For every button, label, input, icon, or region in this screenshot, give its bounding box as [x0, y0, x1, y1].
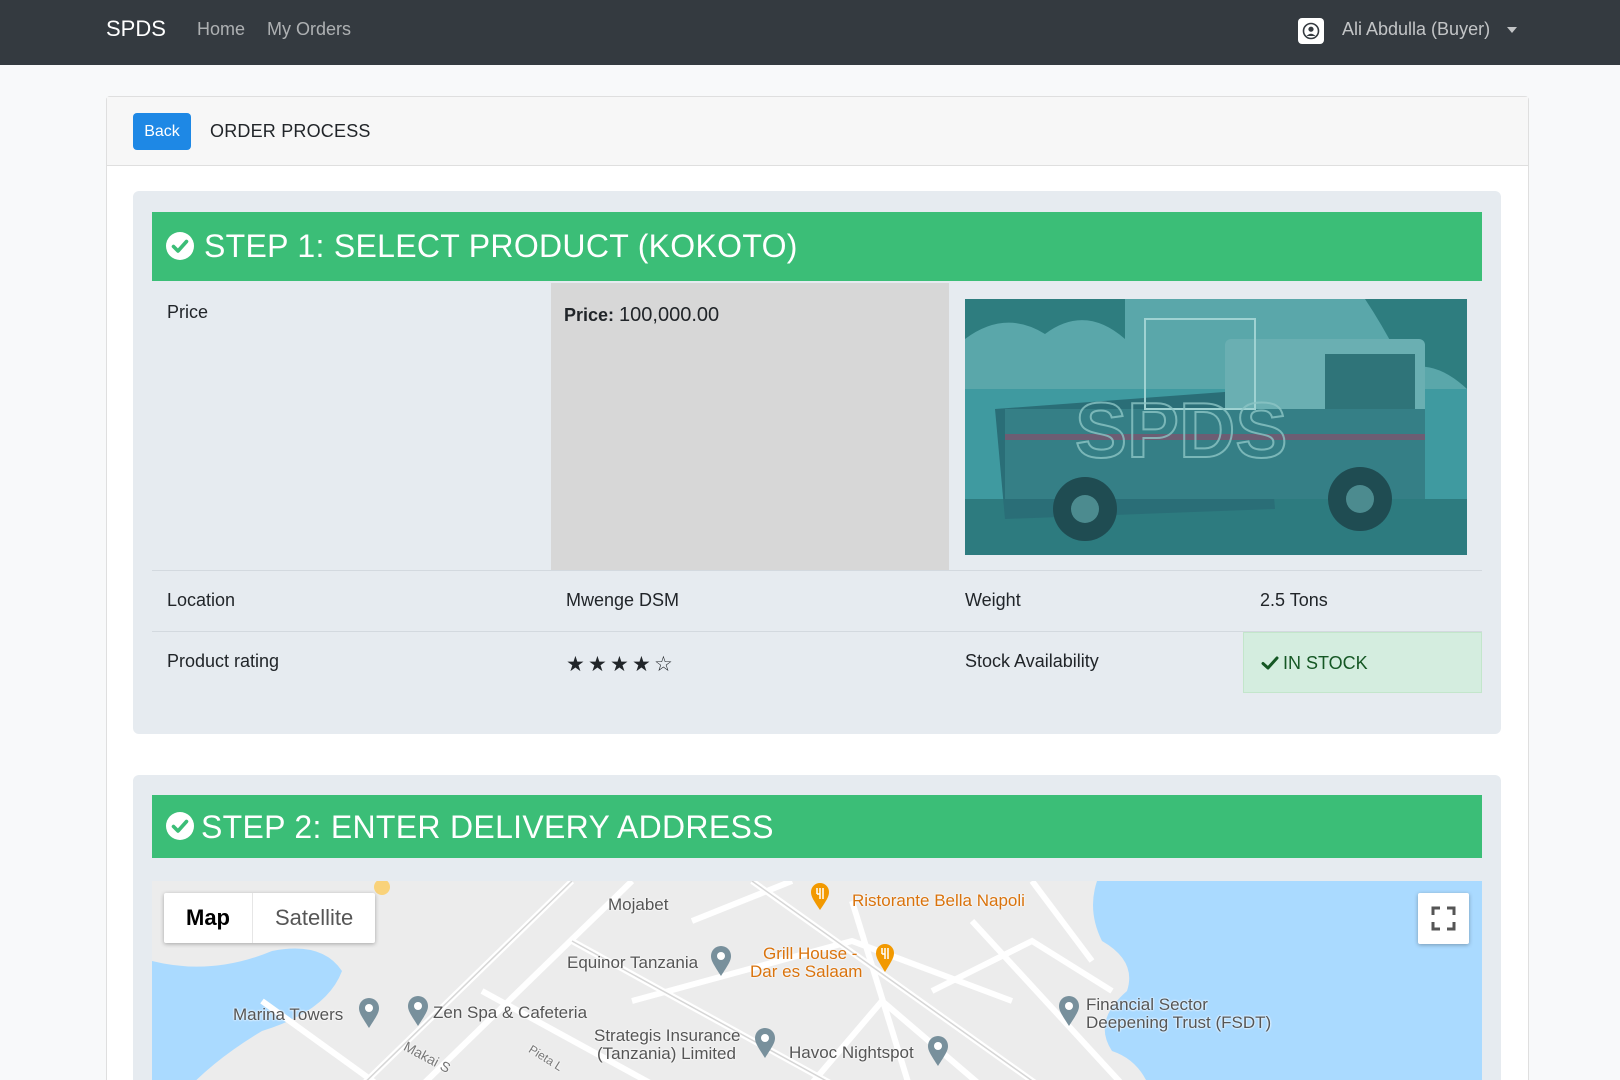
row-divider	[152, 570, 1482, 571]
price-value: 100,000.00	[619, 304, 720, 326]
star-filled-icon: ★	[632, 653, 653, 676]
back-button[interactable]: Back	[133, 113, 191, 150]
delivery-map[interactable]: Map Satellite Mojabet Ristorante Bella N…	[152, 881, 1482, 1080]
map-place-label: Marina Towers	[233, 1005, 344, 1024]
price-label: Price	[167, 302, 209, 322]
page-title: ORDER PROCESS	[210, 121, 371, 141]
stock-status-badge: IN STOCK	[1243, 632, 1482, 693]
location-value: Mwenge DSM	[566, 590, 680, 610]
product-rating-stars: ★★★★☆	[566, 652, 676, 677]
card-header: Back ORDER PROCESS	[107, 97, 1528, 166]
top-navbar: SPDS Home My Orders Ali Abdulla (Buyer)	[0, 0, 1620, 65]
map-place-label: Zen Spa & Cafeteria	[433, 1003, 588, 1022]
product-image: SPDS	[965, 299, 1467, 555]
location-pin-icon[interactable]	[754, 1027, 776, 1059]
star-filled-icon: ★	[566, 653, 587, 676]
check-icon	[1261, 656, 1279, 670]
map-place-label: Havoc Nightspot	[789, 1043, 914, 1062]
location-pin-icon[interactable]	[1058, 995, 1080, 1027]
restaurant-pin-icon[interactable]	[875, 943, 895, 973]
step2-panel: STEP 2: ENTER DELIVERY ADDRESS Map Satel…	[133, 775, 1501, 1080]
nav-home-link[interactable]: Home	[197, 19, 245, 40]
stock-status-text: IN STOCK	[1283, 653, 1368, 673]
image-watermark: SPDS	[1075, 386, 1287, 474]
price-prefix: Price:	[564, 305, 615, 325]
location-pin-icon[interactable]	[407, 995, 429, 1027]
brand-logo[interactable]: SPDS	[106, 16, 166, 42]
map-place-label: (Tanzania) Limited	[597, 1044, 736, 1063]
weight-label: Weight	[965, 590, 1021, 610]
step2-header: STEP 2: ENTER DELIVERY ADDRESS	[152, 795, 1482, 858]
restaurant-pin-icon[interactable]	[810, 883, 830, 911]
star-empty-icon: ☆	[654, 653, 675, 676]
map-place-label: Grill House -	[763, 944, 858, 963]
price-display: Price: 100,000.00	[564, 304, 719, 327]
star-filled-icon: ★	[588, 653, 609, 676]
nav-my-orders-link[interactable]: My Orders	[267, 19, 351, 40]
location-label: Location	[167, 590, 236, 610]
weight-value: 2.5 Tons	[1260, 590, 1328, 610]
satellite-view-button[interactable]: Satellite	[252, 893, 375, 943]
map-place-label: Mojabet	[608, 895, 669, 914]
chevron-down-icon[interactable]	[1507, 27, 1517, 33]
fullscreen-icon	[1431, 906, 1456, 931]
price-cell: Price: 100,000.00	[551, 283, 949, 571]
stock-label: Stock Availability	[965, 651, 1099, 671]
map-place-label: Dar es Salaam	[750, 962, 863, 981]
map-type-toggle: Map Satellite	[164, 893, 376, 943]
user-avatar-icon[interactable]	[1298, 18, 1324, 44]
map-place-label: Financial Sector	[1086, 995, 1208, 1014]
check-circle-icon	[166, 812, 194, 840]
location-pin-icon[interactable]	[710, 945, 732, 977]
user-menu-toggle[interactable]: Ali Abdulla (Buyer)	[1342, 19, 1490, 40]
step1-header: STEP 1: SELECT PRODUCT (KOKOTO)	[152, 212, 1482, 281]
star-filled-icon: ★	[610, 653, 631, 676]
step2-title: STEP 2: ENTER DELIVERY ADDRESS	[201, 809, 774, 845]
map-place-label: Equinor Tanzania	[567, 953, 699, 972]
location-pin-icon[interactable]	[927, 1035, 949, 1067]
map-place-label: Strategis Insurance	[594, 1026, 741, 1045]
rating-label: Product rating	[167, 651, 280, 671]
step1-panel: STEP 1: SELECT PRODUCT (KOKOTO) Price Pr…	[133, 191, 1501, 734]
map-place-label: Ristorante Bella Napoli	[852, 891, 1025, 910]
map-view-button[interactable]: Map	[164, 893, 252, 943]
fullscreen-button[interactable]	[1418, 893, 1469, 944]
step1-title: STEP 1: SELECT PRODUCT (KOKOTO)	[204, 228, 798, 264]
check-circle-icon	[166, 232, 194, 260]
location-pin-icon[interactable]	[358, 997, 380, 1029]
map-place-label: Deepening Trust (FSDT)	[1086, 1013, 1272, 1032]
